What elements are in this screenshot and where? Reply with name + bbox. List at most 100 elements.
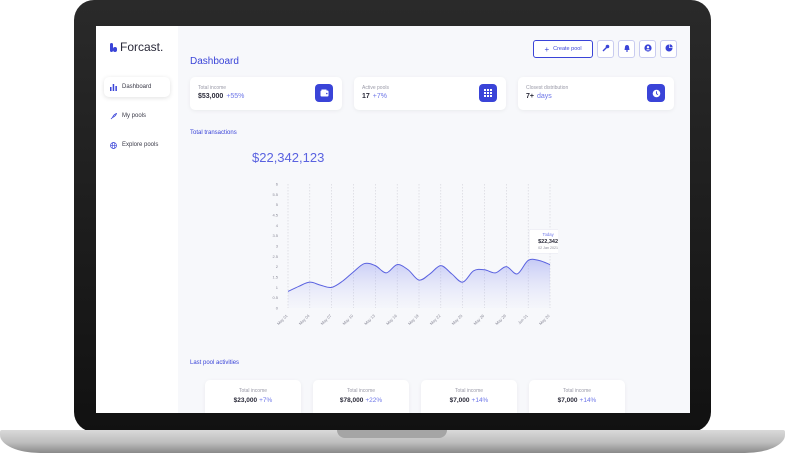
wrench-icon: [602, 44, 610, 54]
activity-card[interactable]: Total income $7,000 +14%: [421, 380, 517, 413]
y-tick-label: 0: [276, 306, 279, 311]
activity-card[interactable]: Total income $23,000 +7%: [205, 380, 301, 413]
sidebar-item-label: Explore pools: [122, 142, 159, 148]
transactions-title: Total transactions: [190, 130, 237, 136]
sidebar-item-label: Dashboard: [122, 84, 152, 90]
x-tick-label: May 19: [407, 313, 420, 326]
x-tick-label: Jun 01: [517, 313, 530, 326]
stat-change: days: [536, 93, 552, 100]
stat-label: Closest distribution: [526, 85, 569, 91]
stat-label: Total income: [198, 85, 227, 91]
y-tick-label: 0.5: [272, 295, 278, 300]
x-tick-label: May 22: [429, 313, 442, 326]
card-change: +14%: [579, 397, 597, 404]
notifications-button[interactable]: [618, 40, 635, 58]
stat-value-row: $53,000 +55%: [198, 93, 244, 100]
card-value-row: $78,000 +22%: [313, 397, 409, 404]
stat-card-total-income: Total income $53,000 +55%: [190, 77, 342, 110]
card-label: Total income: [562, 388, 592, 394]
stat-label: Active pools: [362, 85, 389, 91]
y-tick-label: 1.5: [272, 275, 278, 280]
analytics-button[interactable]: [660, 40, 677, 58]
stat-value-row: 7+ days: [526, 93, 552, 100]
x-tick-label: May 29: [494, 313, 507, 326]
user-icon: [643, 44, 652, 54]
y-tick-label: 3.5: [272, 233, 278, 238]
card-change: +22%: [365, 397, 383, 404]
y-tick-label: 4: [276, 223, 279, 228]
card-change: +14%: [471, 397, 489, 404]
x-tick-label: May 26: [472, 313, 485, 326]
y-tick-label: 5.5: [272, 192, 278, 197]
grid-icon: [479, 84, 497, 102]
card-value: $7,000: [449, 397, 470, 404]
card-label: Total income: [454, 388, 484, 394]
wrench-button[interactable]: [597, 40, 614, 58]
sidebar: Forcast. Dashboard My pools Explore pool…: [96, 26, 178, 413]
stat-value-row: 17 +7%: [362, 93, 387, 100]
timer-icon: [647, 84, 665, 102]
rocket-icon: [110, 112, 118, 120]
sidebar-item-label: My pools: [122, 113, 147, 119]
y-tick-label: 6: [276, 182, 279, 187]
bar-chart-icon: [110, 83, 117, 91]
card-value-row: $7,000 +14%: [421, 397, 517, 404]
create-pool-button[interactable]: + Create pool: [533, 40, 593, 58]
laptop-notch: [337, 430, 447, 438]
y-tick-label: 2: [276, 264, 279, 269]
tooltip-date: 02 Jan 2021: [538, 246, 558, 250]
tooltip-label: Today: [542, 232, 554, 237]
card-value: $78,000: [339, 397, 364, 404]
transactions-total: $22,342,123: [252, 150, 325, 165]
main-content: Dashboard + Create pool Total income $53…: [178, 26, 690, 413]
wallet-icon: [315, 84, 333, 102]
card-label: Total income: [238, 388, 268, 394]
y-tick-label: 1: [276, 285, 279, 290]
x-tick-label: May 16: [385, 313, 398, 326]
activities-title: Last pool activities: [190, 360, 240, 366]
x-tick-label: May 10: [341, 313, 354, 326]
logo-text: Forcast.: [120, 40, 164, 54]
logo: Forcast.: [110, 40, 163, 54]
stat-change: +7%: [372, 93, 388, 100]
x-tick-label: May 04: [298, 313, 311, 326]
stat-value: $53,000: [198, 93, 224, 100]
card-value: $23,000: [233, 397, 258, 404]
logo-icon: [110, 42, 117, 52]
pie-chart-icon: [665, 44, 673, 54]
create-pool-label: Create pool: [553, 46, 582, 52]
y-tick-label: 2.5: [272, 254, 278, 259]
x-tick-label: May 25: [451, 313, 464, 326]
stat-card-closest-distribution: Closest distribution 7+ days: [518, 77, 674, 110]
sidebar-item-dashboard[interactable]: Dashboard: [104, 77, 170, 97]
y-tick-label: 4.5: [272, 213, 278, 218]
activity-card[interactable]: Total income $7,000 +14%: [529, 380, 625, 413]
card-value-row: $7,000 +14%: [529, 397, 625, 404]
screen: Forcast. Dashboard My pools Explore pool…: [96, 26, 690, 413]
transactions-chart: May 01 May 04 May 07 May 10 May 13 May 16 May …: [272, 182, 558, 326]
x-tick-label: May 13: [363, 313, 376, 326]
x-tick-label: May 07: [320, 313, 333, 326]
card-value-row: $23,000 +7%: [205, 397, 301, 404]
x-tick-label: May 20: [538, 313, 551, 326]
tooltip-value: $22,342: [538, 239, 558, 245]
card-label: Total income: [346, 388, 376, 394]
y-tick-label: 3: [276, 244, 279, 249]
globe-icon: [110, 141, 117, 149]
sidebar-item-my-pools[interactable]: My pools: [104, 106, 170, 126]
stat-card-active-pools: Active pools 17 +7%: [354, 77, 506, 110]
profile-button[interactable]: [639, 40, 656, 58]
x-tick-label: May 01: [276, 313, 289, 326]
card-value: $7,000: [557, 397, 578, 404]
stat-change: +55%: [226, 93, 245, 100]
y-tick-label: 5: [276, 202, 279, 207]
plus-icon: +: [544, 44, 550, 54]
stat-value: 7+: [526, 93, 534, 100]
stat-value: 17: [362, 93, 370, 100]
page-title: Dashboard: [190, 56, 239, 67]
series-area: [288, 259, 550, 308]
sidebar-item-explore-pools[interactable]: Explore pools: [104, 135, 170, 155]
bell-icon: [623, 44, 631, 54]
activity-card[interactable]: Total income $78,000 +22%: [313, 380, 409, 413]
card-change: +7%: [259, 397, 273, 404]
